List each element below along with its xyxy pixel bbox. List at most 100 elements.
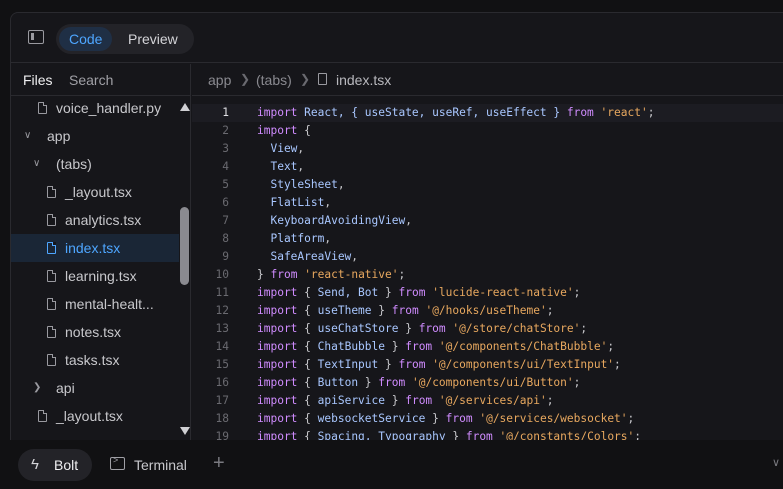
code-editor: app ❯ (tabs) ❯ index.tsx 1 import React, … xyxy=(192,64,783,440)
code-line: 5 StyleSheet, xyxy=(192,176,783,194)
tree-item-label: api xyxy=(56,380,75,396)
chevron-down-icon: ∨ xyxy=(24,130,32,141)
code-text: import { apiService } from '@/services/a… xyxy=(257,394,554,407)
tree-folder[interactable]: ∨ (tabs) xyxy=(11,150,179,178)
code-line: 8 Platform, xyxy=(192,230,783,248)
tree-item-label: (tabs) xyxy=(56,156,92,172)
chevron-down-icon: ∨ xyxy=(33,158,41,169)
code-text: KeyboardAvoidingView, xyxy=(257,214,412,227)
file-icon xyxy=(47,354,56,366)
tree-folder[interactable]: ❯ api xyxy=(11,374,179,402)
code-line: 3 View, xyxy=(192,140,783,158)
sidebar-tabs: Files Search xyxy=(11,64,190,96)
breadcrumb-app[interactable]: app xyxy=(208,72,231,88)
tree-file[interactable]: notes.tsx xyxy=(11,318,179,346)
code-text: import { useTheme } from '@/hooks/useThe… xyxy=(257,304,554,317)
code-line: 7 KeyboardAvoidingView, xyxy=(192,212,783,230)
code-text: StyleSheet, xyxy=(257,178,345,191)
tree-item-label: _layout.tsx xyxy=(65,184,132,200)
view-switcher: Code Preview xyxy=(56,24,194,54)
tree-file[interactable]: index.tsx xyxy=(11,234,179,262)
code-line: 11 import { Send, Bot } from 'lucide-reac… xyxy=(192,284,783,302)
line-number: 13 xyxy=(215,322,229,335)
chevron-down-icon[interactable]: ∨ xyxy=(772,456,780,469)
tree-folder[interactable]: ∨ app xyxy=(11,122,179,150)
code-line: 9 SafeAreaView, xyxy=(192,248,783,266)
code-text: import React, { useState, useRef, useEff… xyxy=(257,106,655,119)
code-line: 2 import { xyxy=(192,122,783,140)
tree-file[interactable]: _layout.tsx xyxy=(11,402,179,430)
file-icon xyxy=(47,326,56,338)
code-text: import { websocketService } from '@/serv… xyxy=(257,412,635,425)
scroll-up-arrow-icon[interactable] xyxy=(180,103,190,111)
breadcrumb-file[interactable]: index.tsx xyxy=(336,72,391,88)
code-text: import { xyxy=(257,124,311,137)
bolt-button[interactable]: ϟ Bolt xyxy=(18,449,92,481)
code-text: import { Send, Bot } from 'lucide-react-… xyxy=(257,286,581,299)
tab-preview[interactable]: Preview xyxy=(118,27,188,51)
lightning-bolt-icon: ϟ xyxy=(31,456,39,473)
file-icon xyxy=(47,214,56,226)
file-icon xyxy=(38,102,47,114)
tree-file[interactable]: learning.tsx xyxy=(11,262,179,290)
file-icon xyxy=(47,242,56,254)
scroll-down-arrow-icon[interactable] xyxy=(180,427,190,435)
file-icon xyxy=(47,298,56,310)
tree-file[interactable]: tasks.tsx xyxy=(11,346,179,374)
code-text: Platform, xyxy=(257,232,332,245)
file-icon xyxy=(47,186,56,198)
plus-icon[interactable]: + xyxy=(213,453,225,473)
breadcrumb: app ❯ (tabs) ❯ index.tsx xyxy=(192,64,783,96)
line-number: 5 xyxy=(222,178,229,191)
code-text: } from 'react-native'; xyxy=(257,268,406,281)
file-icon xyxy=(38,410,47,422)
breadcrumb-tabs[interactable]: (tabs) xyxy=(256,72,292,88)
tree-item-label: app xyxy=(47,128,71,144)
terminal-label: Terminal xyxy=(134,457,187,473)
tab-search[interactable]: Search xyxy=(69,72,113,88)
code-line: 16 import { Button } from '@/components/u… xyxy=(192,374,783,392)
code-text: SafeAreaView, xyxy=(257,250,359,263)
tree-file[interactable]: _layout.tsx xyxy=(11,178,179,206)
line-number: 16 xyxy=(215,376,229,389)
tree-item-label: _layout.tsx xyxy=(56,408,123,424)
line-number: 8 xyxy=(222,232,229,245)
line-number: 15 xyxy=(215,358,229,371)
tab-code[interactable]: Code xyxy=(59,27,113,51)
file-icon xyxy=(47,270,56,282)
line-number: 11 xyxy=(215,286,229,299)
code-line: 15 import { TextInput } from '@/component… xyxy=(192,356,783,374)
tree-item-label: mental-healt... xyxy=(65,296,154,312)
code-area[interactable]: 1 import React, { useState, useRef, useEf… xyxy=(192,104,783,440)
chevron-right-icon: ❯ xyxy=(33,382,42,393)
line-number: 10 xyxy=(215,268,229,281)
chevron-right-icon: ❯ xyxy=(240,72,251,86)
code-line: 12 import { useTheme } from '@/hooks/useT… xyxy=(192,302,783,320)
chevron-right-icon: ❯ xyxy=(300,72,311,86)
sidebar-toggle-icon[interactable] xyxy=(28,30,44,44)
code-line: 6 FlatList, xyxy=(192,194,783,212)
line-number: 3 xyxy=(222,142,229,155)
line-number: 6 xyxy=(222,196,229,209)
tree-file[interactable]: voice_handler.py xyxy=(11,97,179,122)
line-number: 1 xyxy=(222,106,229,119)
tree-file[interactable]: mental-healt... xyxy=(11,290,179,318)
code-text: View, xyxy=(257,142,305,155)
line-number: 4 xyxy=(222,160,229,173)
code-line: 4 Text, xyxy=(192,158,783,176)
code-text: FlatList, xyxy=(257,196,332,209)
scroll-thumb[interactable] xyxy=(180,207,189,285)
tab-files[interactable]: Files xyxy=(23,72,53,88)
code-text: import { Spacing, Typography } from '@/c… xyxy=(257,430,642,440)
code-line: 17 import { apiService } from '@/services… xyxy=(192,392,783,410)
code-line: 18 import { websocketService } from '@/se… xyxy=(192,410,783,428)
file-tree-scrollbar[interactable] xyxy=(179,97,191,440)
tree-item-label: notes.tsx xyxy=(65,324,122,340)
tree-file[interactable]: analytics.tsx xyxy=(11,206,179,234)
line-number: 12 xyxy=(215,304,229,317)
code-text: import { ChatBubble } from '@/components… xyxy=(257,340,615,353)
line-number: 14 xyxy=(215,340,229,353)
line-number: 18 xyxy=(215,412,229,425)
app-window: Code Preview Files Search voice_handler.… xyxy=(10,12,783,440)
code-text: import { useChatStore } from '@/store/ch… xyxy=(257,322,588,335)
